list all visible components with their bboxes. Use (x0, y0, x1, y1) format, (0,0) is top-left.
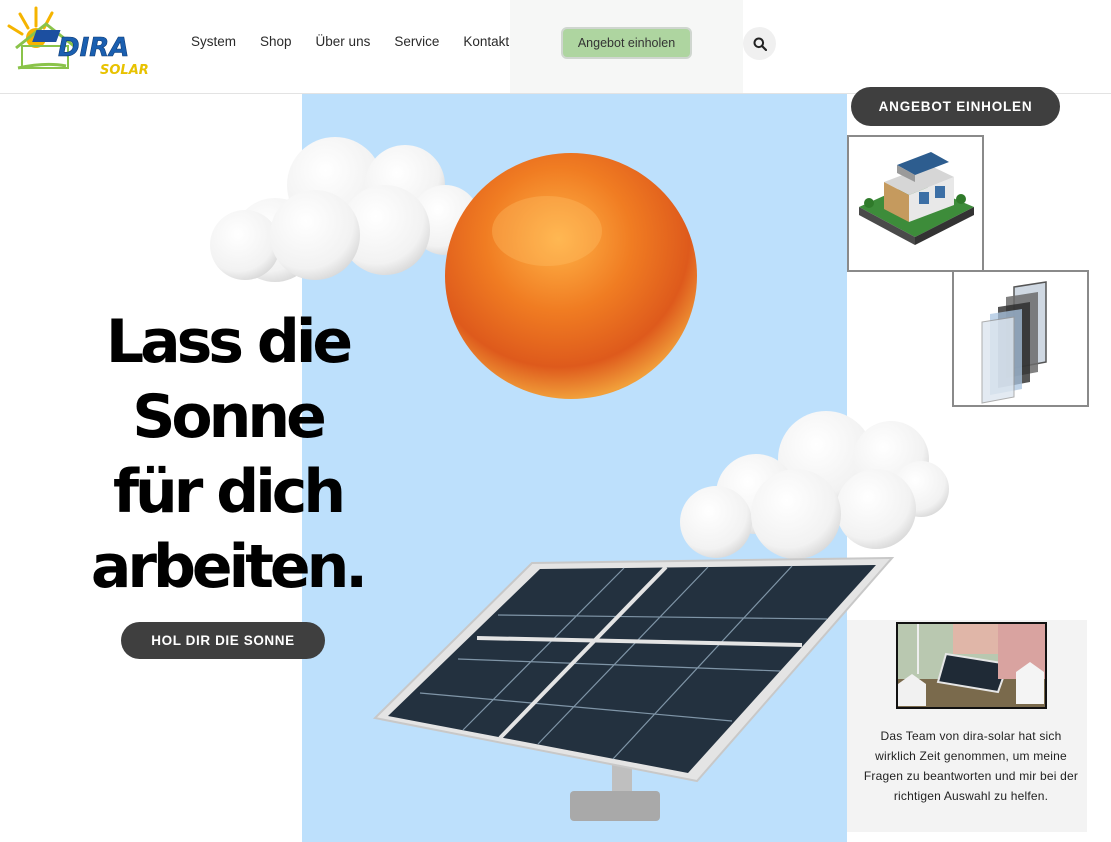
nav-item-system[interactable]: System (191, 34, 236, 49)
sidebar-quote-button[interactable]: ANGEBOT EINHOLEN (851, 87, 1060, 126)
logo[interactable]: DIRA SOLAR (6, 4, 156, 80)
nav-item-service[interactable]: Service (394, 34, 439, 49)
logo-wordmark: DIRA (58, 33, 129, 63)
search-button[interactable] (743, 27, 776, 60)
hero-headline-line-3: für dich (112, 457, 346, 527)
cloud-right-image (680, 411, 949, 559)
testimonial-card: Das Team von dira-solar hat sich wirklic… (847, 620, 1087, 832)
testimonial-quote: Das Team von dira-solar hat sich wirklic… (863, 729, 1079, 803)
hero-cta-button[interactable]: HOL DIR DIE SONNE (121, 622, 325, 659)
thumbnail-module-layers[interactable] (952, 270, 1089, 407)
solar-panel-image (372, 556, 895, 821)
hero-headline-line-4: arbeiten. (90, 532, 368, 602)
thumbnail-house[interactable] (847, 135, 984, 272)
solar-module-layers-icon (981, 281, 1047, 404)
house-icon (859, 152, 974, 245)
sun-image (445, 153, 697, 399)
header-quote-button[interactable]: Angebot einholen (561, 27, 692, 59)
main-nav: System Shop Über uns Service Kontakt (191, 34, 509, 49)
nav-item-shop[interactable]: Shop (260, 34, 292, 49)
nav-item-ueber-uns[interactable]: Über uns (316, 34, 371, 49)
site-header: DIRA SOLAR System Shop Über uns Service … (0, 0, 1111, 94)
hero-headline-line-2: Sonne (132, 382, 327, 452)
nav-item-kontakt[interactable]: Kontakt (463, 34, 509, 49)
testimonial-photo (896, 622, 1047, 709)
search-icon (753, 37, 767, 51)
hero-headline-line-1: Lass die (105, 307, 353, 377)
logo-subtext: SOLAR (100, 63, 149, 78)
hero-headline: Lass die Sonne für dich arbeiten. (60, 305, 395, 605)
